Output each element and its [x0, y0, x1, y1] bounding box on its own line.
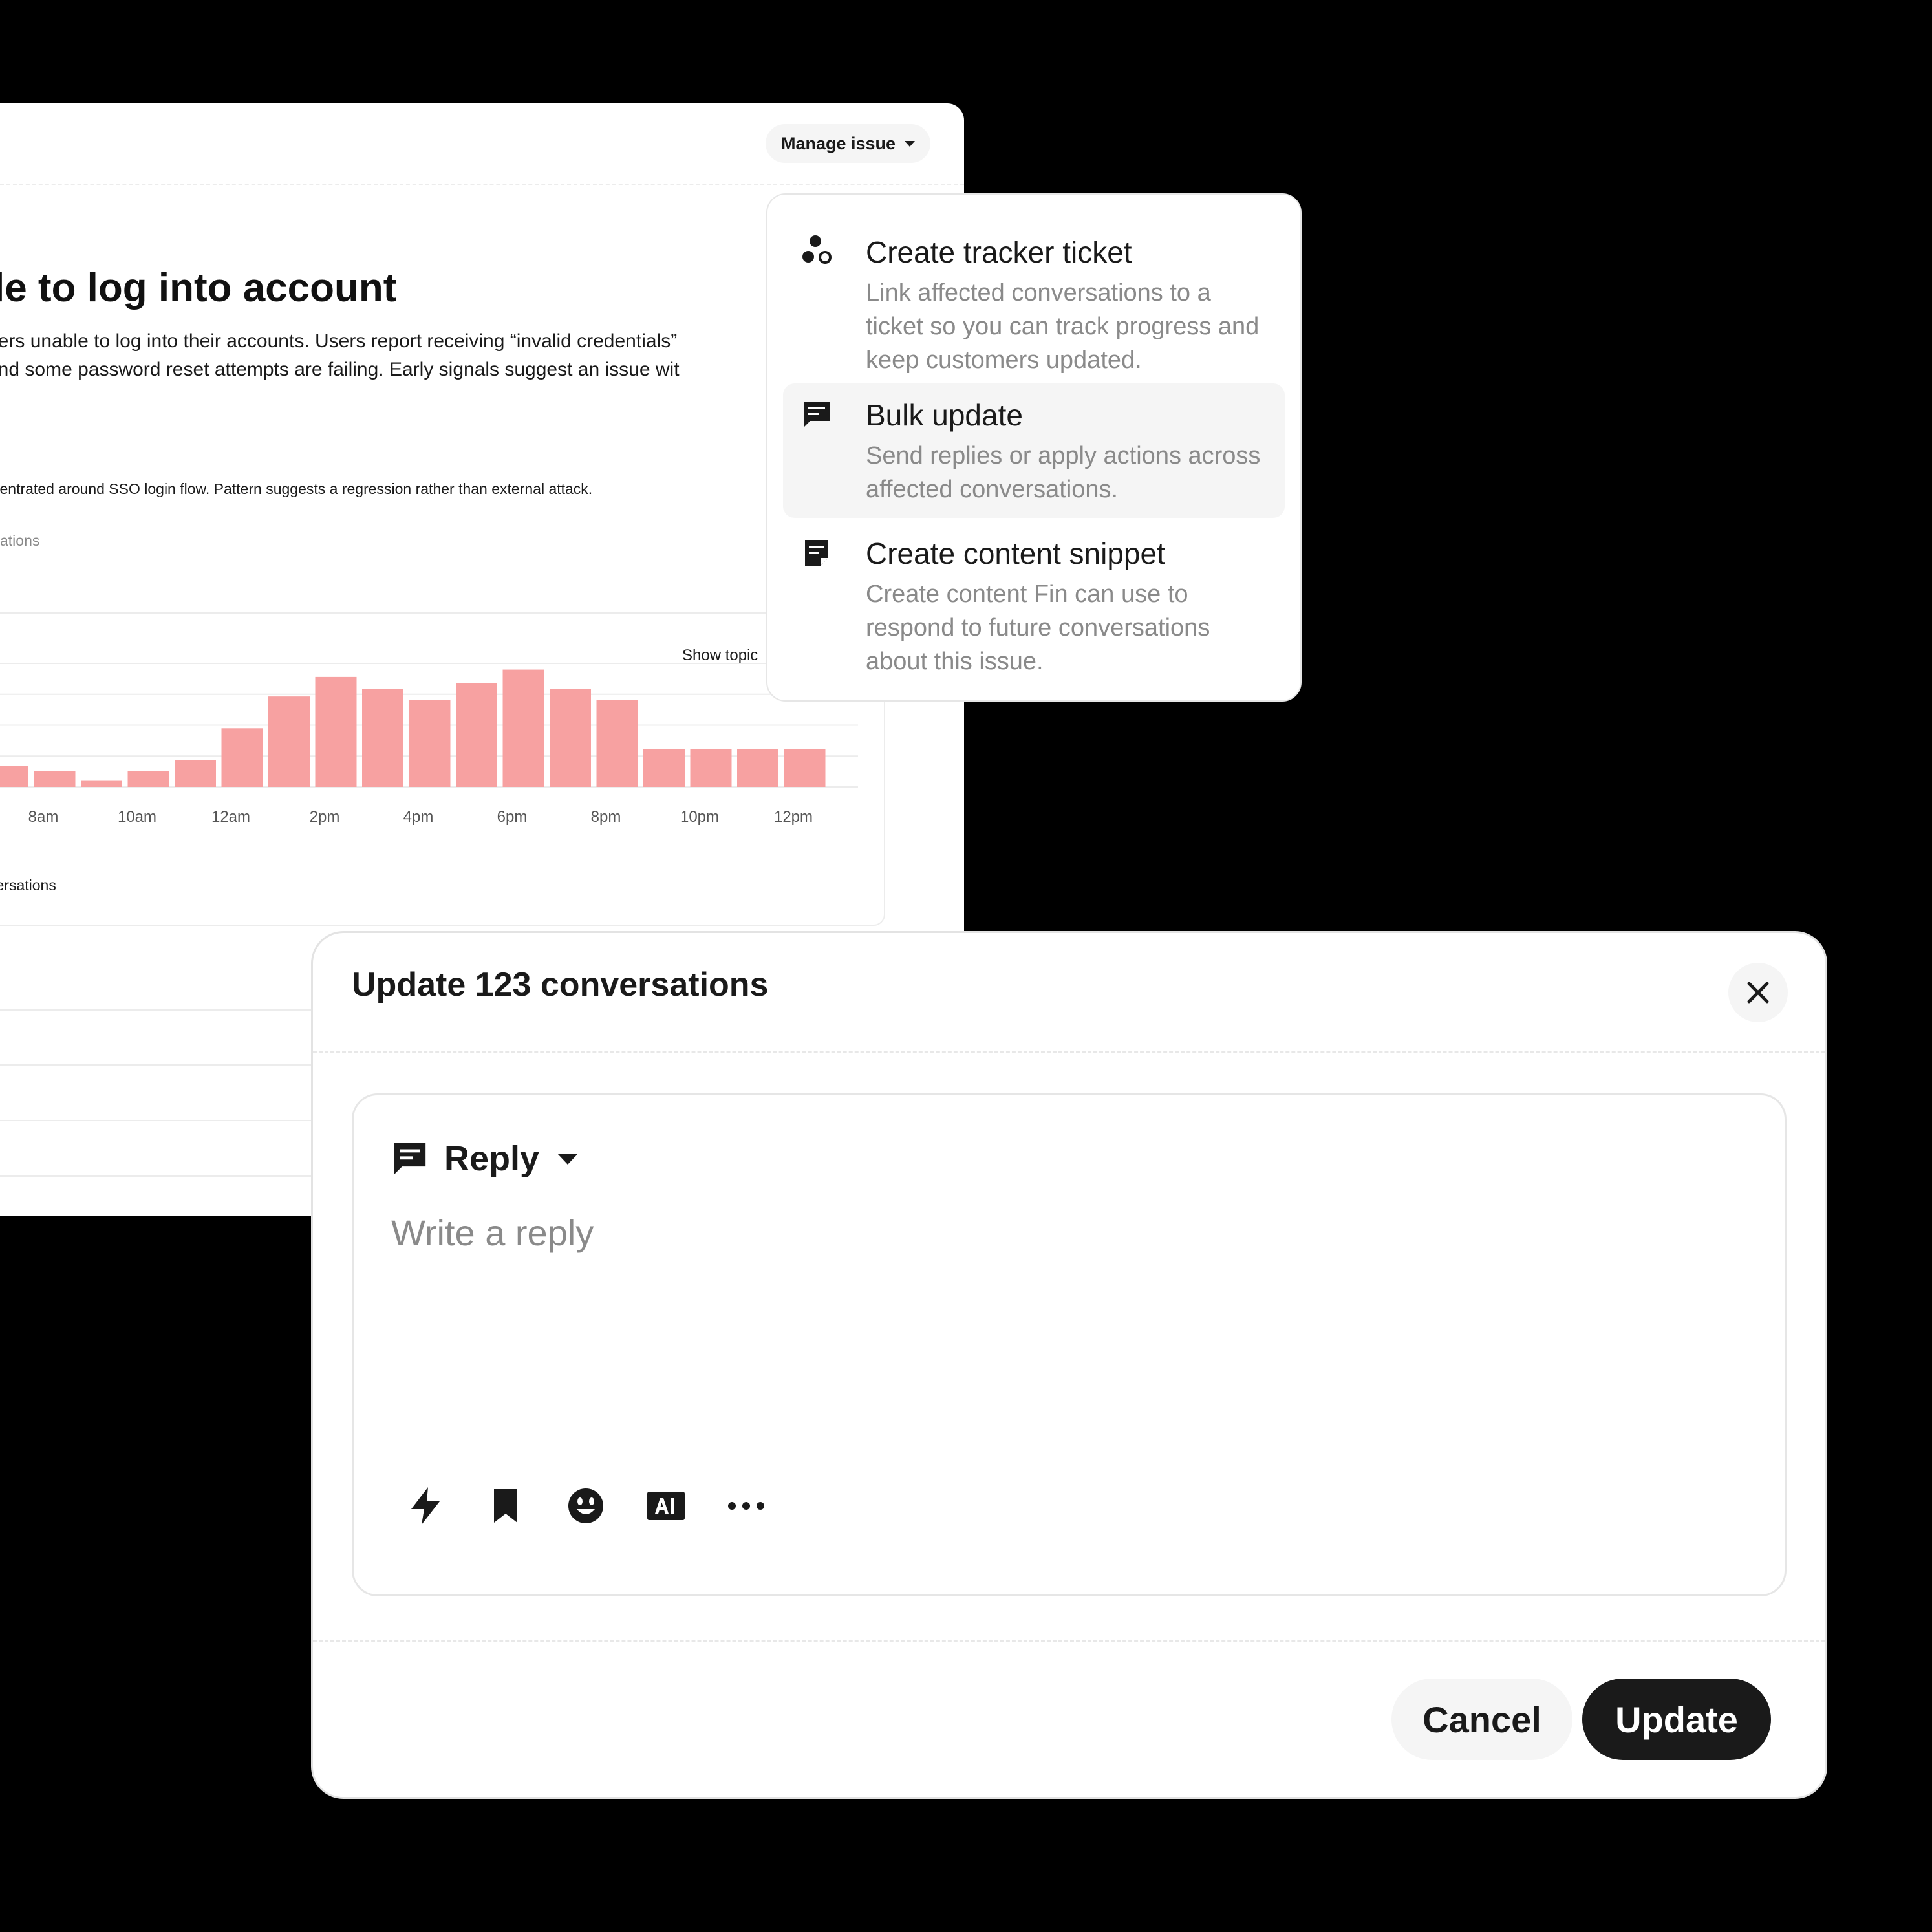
chart-bar — [456, 683, 497, 787]
issue-note: centrated around SSO login flow. Pattern… — [0, 480, 593, 497]
menu-item-title: Create content snippet — [866, 537, 1165, 570]
chart-legend: versations — [0, 877, 56, 894]
chart-bar — [315, 676, 357, 787]
chart-bar — [502, 669, 544, 787]
chart-bar — [81, 780, 122, 787]
menu-item-create-content-snippet[interactable]: Create content snippet Create content Fi… — [783, 524, 1285, 686]
conversations-bar-chart: 8am 10am 12am 2pm 4pm 6pm 8pm 10pm 12pm — [0, 663, 858, 826]
chart-x-tick-label: 10pm — [680, 808, 719, 826]
chart-bar — [550, 689, 591, 787]
chart-x-tick-label: 12am — [211, 808, 250, 826]
chart-bar — [737, 749, 778, 787]
lightning-icon — [411, 1487, 440, 1525]
manage-issue-menu: Create tracker ticket Link affected conv… — [766, 193, 1302, 702]
chart-x-tick-label: 12pm — [774, 808, 813, 826]
header-divider — [0, 184, 964, 185]
menu-item-title: Bulk update — [866, 398, 1023, 432]
modal-title: Update 123 conversations — [352, 966, 769, 1004]
chat-icon — [394, 1143, 426, 1175]
menu-item-create-tracker-ticket[interactable]: Create tracker ticket Link affected conv… — [783, 208, 1285, 378]
menu-item-description: Create content Fin can use to respond to… — [866, 581, 1210, 675]
caret-down-icon — [905, 140, 916, 147]
chart-x-tick-label: 8pm — [591, 808, 621, 826]
chart-bar — [0, 766, 28, 787]
chart-bar — [127, 771, 169, 787]
chart-x-tick-label: 6pm — [497, 808, 528, 826]
chart-card: Show topic 8am 10am 12am 2pm 4pm 6pm 8pm 10pm 12… — [0, 613, 885, 926]
chat-icon — [804, 402, 830, 427]
chart-bar — [643, 749, 685, 787]
update-button[interactable]: Update — [1582, 1679, 1771, 1760]
bookmark-icon — [494, 1489, 517, 1523]
menu-item-description: Link affected conversations to a ticket … — [866, 279, 1260, 374]
modal-divider — [313, 1051, 1825, 1053]
more-options-button[interactable] — [726, 1486, 766, 1526]
chevron-down-icon — [557, 1153, 579, 1165]
snippet-icon — [805, 540, 828, 566]
issue-description: ners unable to log into their accounts. … — [0, 330, 680, 380]
modal-divider — [313, 1640, 1825, 1642]
reply-input[interactable] — [391, 1212, 1736, 1406]
menu-item-title: Create tracker ticket — [866, 235, 1132, 269]
chart-x-tick-label: 2pm — [310, 808, 340, 826]
chart-bar — [221, 728, 263, 787]
ai-assist-button[interactable] — [646, 1486, 686, 1526]
chart-bar — [690, 749, 732, 787]
composer-toolbar — [405, 1483, 766, 1529]
cancel-button[interactable]: Cancel — [1391, 1679, 1572, 1760]
issue-title: le to log into account — [0, 266, 397, 310]
manage-issue-label: Manage issue — [781, 133, 896, 153]
more-icon — [728, 1502, 764, 1510]
emoji-icon — [568, 1488, 603, 1523]
chart-bar — [268, 696, 310, 787]
saved-reply-button[interactable] — [486, 1486, 526, 1526]
reply-type-label: Reply — [444, 1139, 540, 1178]
chart-x-tick-label: 4pm — [403, 808, 434, 826]
menu-item-description: Send replies or apply actions across aff… — [866, 442, 1261, 503]
macro-button[interactable] — [405, 1486, 445, 1526]
manage-issue-button[interactable]: Manage issue — [766, 124, 931, 163]
issue-sub-label: ations — [0, 532, 40, 549]
chart-bar — [362, 689, 403, 787]
bulk-update-modal: Update 123 conversations Reply Write a r… — [311, 931, 1827, 1799]
chart-x-tick-label: 10am — [118, 808, 156, 826]
reply-composer: Reply — [352, 1093, 1787, 1596]
chart-x-tick-label: 8am — [28, 808, 59, 826]
chart-bar — [409, 700, 451, 787]
chart-bar — [784, 749, 826, 787]
ai-icon — [647, 1492, 685, 1520]
chart-bar — [596, 700, 638, 787]
tracker-icon — [802, 235, 832, 264]
close-icon — [1747, 982, 1769, 1004]
menu-item-bulk-update[interactable]: Bulk update Send replies or apply action… — [783, 383, 1285, 518]
emoji-button[interactable] — [566, 1486, 606, 1526]
chart-bar — [175, 760, 216, 787]
chart-bar — [34, 771, 76, 787]
reply-type-selector[interactable]: Reply — [391, 1133, 579, 1185]
close-button[interactable] — [1728, 963, 1788, 1022]
